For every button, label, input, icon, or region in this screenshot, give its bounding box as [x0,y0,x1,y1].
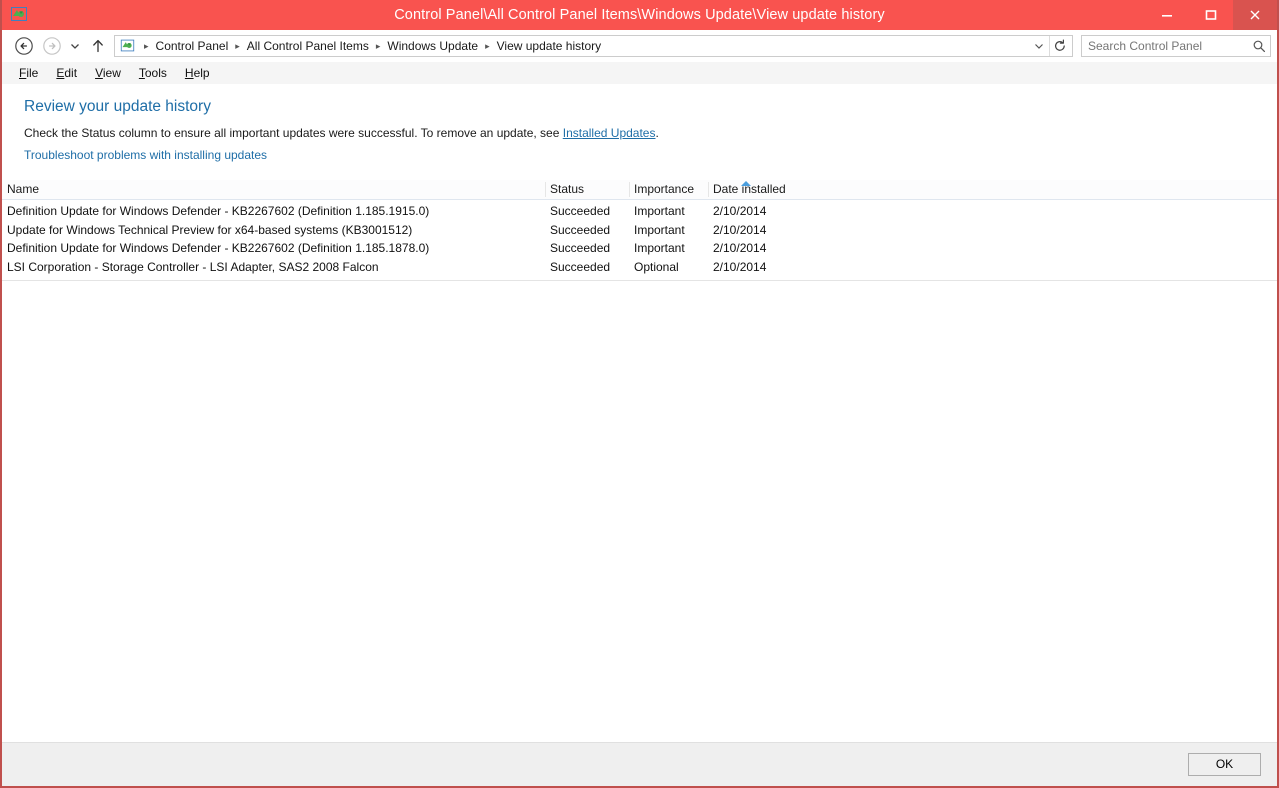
description-text-before: Check the Status column to ensure all im… [24,126,563,140]
menu-bar: File Edit View Tools Help [2,62,1277,84]
menu-help[interactable]: Help [176,62,219,84]
description-text-after: . [655,126,659,140]
installed-updates-link[interactable]: Installed Updates [563,126,656,140]
window-title: Control Panel\All Control Panel Items\Wi… [394,7,885,23]
address-toolbar: ▸ Control Panel ▸ All Control Panel Item… [2,30,1277,62]
breadcrumb-view-update-history[interactable]: View update history [495,36,604,56]
menu-help-rest: elp [193,66,210,80]
column-header-status[interactable]: Status [545,180,629,199]
cell-status: Succeeded [550,259,611,274]
menu-file[interactable]: File [10,62,47,84]
update-history-table: Name Status Importance Date installed De… [2,180,1277,742]
breadcrumb-windows-update[interactable]: Windows Update [385,36,480,56]
cell-status: Succeeded [550,222,611,237]
control-panel-icon [10,5,28,23]
address-dropdown-icon[interactable] [1029,36,1049,56]
intro-section: Review your update history Check the Sta… [2,84,1277,164]
page-title: Review your update history [24,98,211,115]
page-description: Check the Status column to ensure all im… [24,125,1277,142]
close-button[interactable] [1233,0,1277,30]
table-row[interactable]: Definition Update for Windows Defender -… [2,202,1277,221]
menu-help-accel: H [184,66,194,80]
table-header-row: Name Status Importance Date installed [2,180,1277,200]
table-body: Definition Update for Windows Defender -… [2,200,1277,282]
cell-importance: Important [634,222,685,237]
chevron-down-icon[interactable] [66,34,84,58]
breadcrumb-all-control-panel-items[interactable]: All Control Panel Items [245,36,371,56]
menu-edit[interactable]: Edit [47,62,86,84]
cell-importance: Important [634,241,685,256]
cell-date-installed: 2/10/2014 [713,241,767,256]
breadcrumb-control-panel[interactable]: Control Panel [154,36,231,56]
search-icon[interactable] [1248,39,1270,53]
menu-tools-rest: ools [144,66,167,80]
sort-ascending-icon [740,176,752,186]
content-area: Review your update history Check the Sta… [2,84,1277,786]
table-row[interactable]: LSI Corporation - Storage Controller - L… [2,258,1277,277]
menu-file-rest: ile [26,66,39,80]
control-panel-window: Control Panel\All Control Panel Items\Wi… [0,0,1279,788]
cell-date-installed: 2/10/2014 [713,259,767,274]
column-header-name[interactable]: Name [2,180,545,199]
minimize-button[interactable] [1145,0,1189,30]
breadcrumb-separator: ▸ [235,41,240,51]
table-bottom-divider [2,280,1277,282]
cell-status: Succeeded [550,241,611,256]
title-bar[interactable]: Control Panel\All Control Panel Items\Wi… [2,0,1277,30]
cell-importance: Optional [634,259,679,274]
menu-view[interactable]: View [86,62,130,84]
cell-name: Definition Update for Windows Defender -… [7,204,430,218]
cell-name: Update for Windows Technical Preview for… [7,222,413,237]
search-input[interactable] [1082,39,1248,53]
cell-date-installed: 2/10/2014 [713,204,767,218]
menu-edit-rest: dit [64,66,78,80]
dialog-footer: OK [2,742,1277,786]
column-header-importance[interactable]: Importance [629,180,708,199]
column-header-date-installed[interactable]: Date installed [708,180,802,199]
breadcrumb-separator: ▸ [144,41,149,51]
ok-button[interactable]: OK [1188,753,1261,776]
control-panel-icon [120,38,136,54]
up-arrow-icon[interactable] [88,34,108,58]
cell-name: Definition Update for Windows Defender -… [7,241,430,256]
cell-importance: Important [634,204,685,218]
cell-name: LSI Corporation - Storage Controller - L… [7,259,379,274]
table-row[interactable]: Definition Update for Windows Defender -… [2,239,1277,258]
forward-arrow-icon [40,34,64,58]
menu-view-accel: V [95,66,103,80]
cell-status: Succeeded [550,204,611,218]
maximize-button[interactable] [1189,0,1233,30]
search-box[interactable] [1081,35,1271,57]
breadcrumb-separator: ▸ [375,41,381,51]
menu-tools[interactable]: Tools [130,62,176,84]
troubleshoot-link[interactable]: Troubleshoot problems with installing up… [24,148,267,162]
back-arrow-icon[interactable] [12,34,36,58]
address-bar[interactable]: ▸ Control Panel ▸ All Control Panel Item… [114,35,1073,57]
table-row[interactable]: Update for Windows Technical Preview for… [2,221,1277,240]
cell-date-installed: 2/10/2014 [713,222,767,237]
menu-view-rest: iew [102,66,121,80]
refresh-icon[interactable] [1050,36,1070,56]
breadcrumb-separator: ▸ [485,41,490,51]
